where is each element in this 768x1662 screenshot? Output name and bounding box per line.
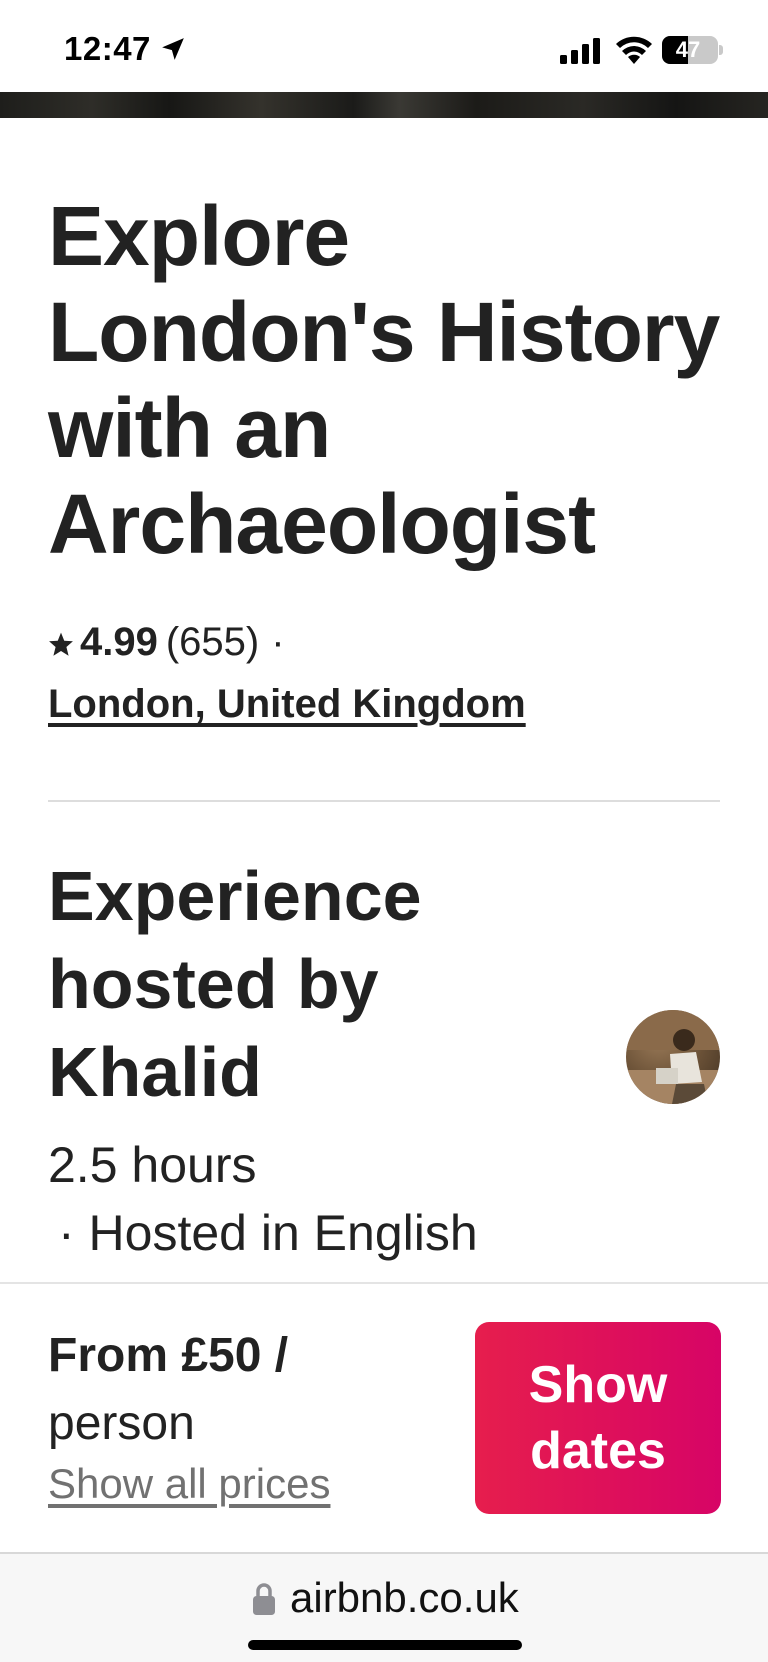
rating-value: 4.99 <box>80 620 158 664</box>
host-heading: Experience hosted by Khalid <box>48 857 422 1111</box>
show-all-prices-link[interactable]: Show all prices <box>48 1460 330 1508</box>
location-arrow-icon <box>162 38 184 60</box>
hero-image[interactable] <box>0 92 768 118</box>
duration: 2.5 hours <box>48 1137 257 1193</box>
battery-level: 47 <box>675 37 701 62</box>
rating-row: 4.99 (655) · <box>48 620 285 665</box>
host-photo <box>626 1010 720 1104</box>
status-time: 12:47 <box>64 30 151 67</box>
url-text[interactable]: airbnb.co.uk <box>290 1574 519 1622</box>
browser-address-bar[interactable]: airbnb.co.uk <box>0 1552 768 1662</box>
battery-nub <box>719 45 723 55</box>
home-indicator[interactable] <box>248 1640 522 1650</box>
location-link[interactable]: London, United Kingdom <box>48 682 526 727</box>
host-avatar[interactable] <box>626 1010 720 1104</box>
reviews-count[interactable]: (655) <box>166 620 259 664</box>
wifi-icon <box>616 36 652 64</box>
price-from: From £50 / <box>48 1329 289 1382</box>
cellular-signal-icon <box>560 38 600 64</box>
lock-icon <box>253 1583 275 1615</box>
separator-dot: · <box>271 620 285 664</box>
battery-icon: 47 <box>662 36 718 64</box>
page-title: Explore London's History with an Archaeo… <box>48 189 720 571</box>
price-unit: person <box>48 1397 195 1450</box>
booking-footer: From £50 / person Show all prices Show d… <box>0 1282 768 1552</box>
status-bar: 12:47 47 <box>0 0 768 92</box>
show-dates-button[interactable]: Show dates <box>475 1322 721 1514</box>
price-info: From £50 / person <box>48 1322 408 1458</box>
language: · Hosted in English <box>58 1205 478 1261</box>
star-icon <box>49 632 73 656</box>
divider <box>48 800 720 802</box>
